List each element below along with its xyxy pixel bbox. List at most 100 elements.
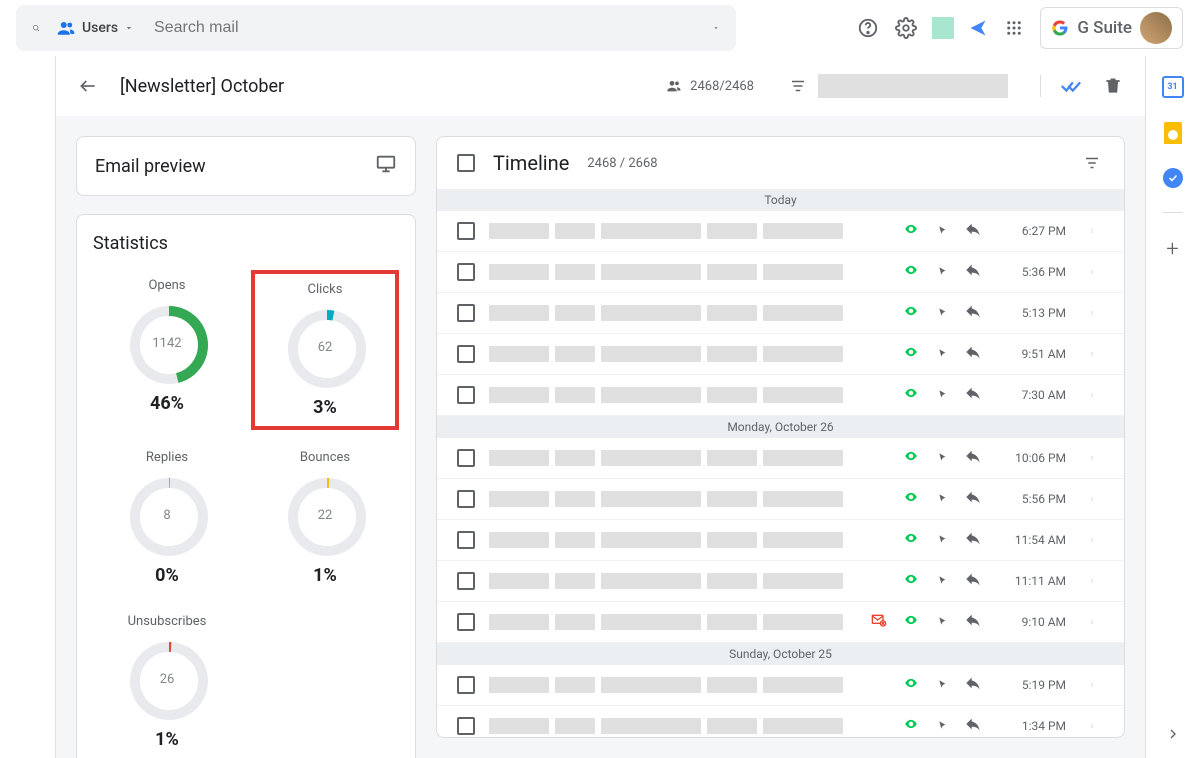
stat-label: Opens [93, 278, 241, 293]
donut-chart: 22 [283, 473, 367, 557]
row-checkbox[interactable] [457, 572, 475, 590]
timeline-row[interactable]: 6:27 PM [437, 211, 1124, 252]
stat-label: Clicks [255, 282, 395, 297]
stat-count: 26 [125, 637, 209, 721]
left-gutter [0, 56, 56, 758]
row-checkbox[interactable] [457, 676, 475, 694]
more-icon[interactable] [1080, 569, 1104, 593]
eye-icon [902, 222, 920, 240]
stat-replies[interactable]: Replies 8 0% [93, 442, 241, 594]
timeline-row[interactable]: 7:30 AM [437, 375, 1124, 416]
select-all-checkbox[interactable] [457, 154, 475, 172]
apps-grid-icon[interactable] [1002, 16, 1026, 40]
more-icon[interactable] [1080, 383, 1104, 407]
sort-icon[interactable] [786, 74, 810, 98]
row-checkbox[interactable] [457, 613, 475, 631]
timeline-row[interactable]: 9:10 AM [437, 602, 1124, 643]
back-button[interactable] [76, 74, 100, 98]
row-content-redacted [489, 491, 888, 507]
reply-icon [964, 448, 982, 468]
eye-icon [902, 490, 920, 508]
click-icon [934, 674, 950, 696]
click-icon [934, 261, 950, 283]
row-checkbox[interactable] [457, 222, 475, 240]
collapse-rail-button[interactable] [1165, 726, 1181, 758]
search-icon[interactable] [24, 16, 48, 40]
search-options-icon[interactable] [704, 16, 728, 40]
timeline-row[interactable]: 1:34 PM [437, 706, 1124, 737]
row-content-redacted [489, 677, 888, 693]
more-icon[interactable] [1080, 260, 1104, 284]
date-divider: Today [437, 189, 1124, 211]
users-filter-chip[interactable]: Users [48, 19, 142, 37]
reply-icon [964, 612, 982, 632]
row-time: 1:34 PM [996, 719, 1066, 733]
stat-count: 62 [283, 305, 367, 389]
row-content-redacted [489, 387, 888, 403]
more-icon[interactable] [1080, 446, 1104, 470]
sort-value-redacted [818, 74, 1008, 98]
row-checkbox[interactable] [457, 386, 475, 404]
avatar[interactable] [1140, 12, 1172, 44]
gear-icon[interactable] [894, 16, 918, 40]
sort-area [786, 74, 1008, 98]
more-icon[interactable] [1080, 528, 1104, 552]
filter-icon[interactable] [1080, 151, 1104, 175]
gsuite-badge[interactable]: G Suite [1040, 7, 1183, 49]
row-checkbox[interactable] [457, 304, 475, 322]
row-content-redacted [489, 346, 888, 362]
more-icon[interactable] [1080, 487, 1104, 511]
search-input[interactable] [142, 19, 704, 37]
help-icon[interactable] [856, 16, 880, 40]
more-icon[interactable] [1080, 342, 1104, 366]
more-icon[interactable] [1080, 301, 1104, 325]
stat-label: Unsubscribes [93, 614, 241, 629]
top-bar: Users G Suite [0, 0, 1199, 56]
tasks-icon[interactable] [1163, 168, 1183, 188]
row-checkbox[interactable] [457, 449, 475, 467]
calendar-icon[interactable]: 31 [1162, 76, 1184, 98]
timeline-row[interactable]: 10:06 PM [437, 438, 1124, 479]
click-icon [934, 715, 950, 737]
more-icon[interactable] [1080, 673, 1104, 697]
add-addon-button[interactable]: + [1166, 237, 1178, 262]
timeline-row[interactable]: 5:36 PM [437, 252, 1124, 293]
stat-clicks[interactable]: Clicks 62 3% [251, 270, 399, 430]
timeline-card: Timeline 2468 / 2668 Today 6:27 PM 5 [436, 136, 1125, 738]
stat-opens[interactable]: Opens 1142 46% [93, 270, 241, 430]
timeline-row[interactable]: 11:11 AM [437, 561, 1124, 602]
stat-unsubscribes[interactable]: Unsubscribes 26 1% [93, 606, 241, 758]
stat-percent: 46% [93, 393, 241, 414]
row-checkbox[interactable] [457, 263, 475, 281]
email-preview-card[interactable]: Email preview [76, 136, 416, 196]
more-icon[interactable] [1080, 714, 1104, 737]
timeline-row[interactable]: 5:19 PM [437, 665, 1124, 706]
monitor-icon [375, 153, 397, 179]
row-checkbox[interactable] [457, 531, 475, 549]
row-checkbox[interactable] [457, 717, 475, 735]
click-icon [934, 570, 950, 592]
row-checkbox[interactable] [457, 490, 475, 508]
app-icon[interactable] [932, 17, 954, 39]
stat-label: Bounces [251, 450, 399, 465]
stat-percent: 3% [255, 397, 395, 418]
donut-chart: 26 [125, 637, 209, 721]
timeline-row[interactable]: 5:13 PM [437, 293, 1124, 334]
send-icon[interactable] [968, 18, 988, 38]
reply-icon [964, 489, 982, 509]
row-time: 11:11 AM [996, 574, 1066, 588]
stat-label: Replies [93, 450, 241, 465]
click-icon [934, 529, 950, 551]
row-checkbox[interactable] [457, 345, 475, 363]
delete-icon[interactable] [1101, 74, 1125, 98]
eye-icon [902, 304, 920, 322]
keep-icon[interactable] [1164, 122, 1182, 144]
stat-bounces[interactable]: Bounces 22 1% [251, 442, 399, 594]
timeline-row[interactable]: 5:56 PM [437, 479, 1124, 520]
more-icon[interactable] [1080, 219, 1104, 243]
timeline-row[interactable]: 9:51 AM [437, 334, 1124, 375]
timeline-row[interactable]: 11:54 AM [437, 520, 1124, 561]
stat-count: 8 [125, 473, 209, 557]
double-check-icon[interactable] [1059, 74, 1083, 98]
more-icon[interactable] [1080, 610, 1104, 634]
